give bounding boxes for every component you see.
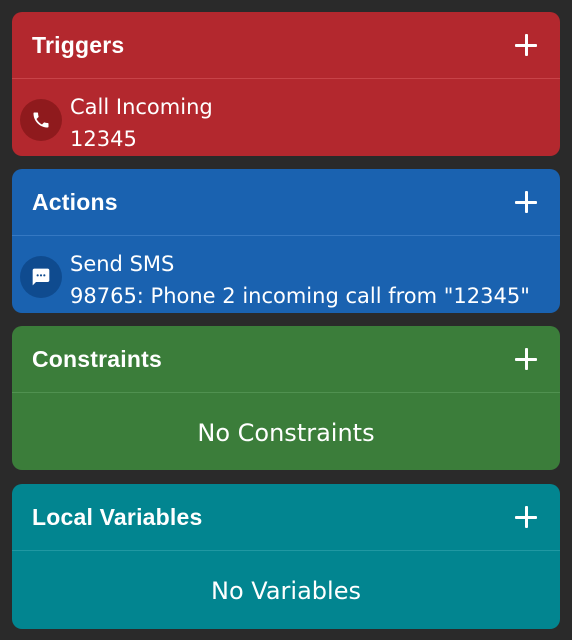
trigger-name: Call Incoming [70, 95, 213, 119]
actions-title: Actions [32, 188, 118, 215]
action-name: Send SMS [70, 252, 175, 276]
local-variables-header: Local Variables [12, 484, 560, 550]
divider [12, 392, 560, 393]
triggers-header: Triggers [12, 12, 560, 78]
add-constraint-icon[interactable] [514, 347, 538, 371]
constraints-empty-text: No Constraints [197, 419, 375, 447]
macro-editor: Triggers Call Incoming 12345 Actions Sen… [0, 0, 572, 640]
triggers-title: Triggers [32, 31, 125, 58]
variables-empty-text: No Variables [211, 577, 361, 605]
message-icon [20, 256, 62, 298]
phone-icon [20, 99, 62, 141]
constraints-header: Constraints [12, 326, 560, 392]
add-action-icon[interactable] [514, 190, 538, 214]
constraints-card: Constraints No Constraints [12, 326, 560, 470]
actions-card: Actions Send SMS 98765: Phone 2 incoming… [12, 169, 560, 313]
action-item[interactable]: Send SMS 98765: Phone 2 incoming call fr… [12, 236, 560, 313]
local-variables-title: Local Variables [32, 503, 203, 530]
triggers-card: Triggers Call Incoming 12345 [12, 12, 560, 156]
action-detail: 98765: Phone 2 incoming call from "12345… [70, 284, 530, 308]
add-trigger-icon[interactable] [514, 33, 538, 57]
local-variables-card: Local Variables No Variables [12, 484, 560, 629]
action-text: Send SMS 98765: Phone 2 incoming call fr… [70, 248, 530, 312]
constraints-title: Constraints [32, 345, 162, 372]
trigger-item[interactable]: Call Incoming 12345 [12, 79, 560, 156]
add-variable-icon[interactable] [514, 505, 538, 529]
actions-header: Actions [12, 169, 560, 235]
divider [12, 550, 560, 551]
trigger-text: Call Incoming 12345 [70, 91, 213, 155]
trigger-detail: 12345 [70, 127, 137, 151]
